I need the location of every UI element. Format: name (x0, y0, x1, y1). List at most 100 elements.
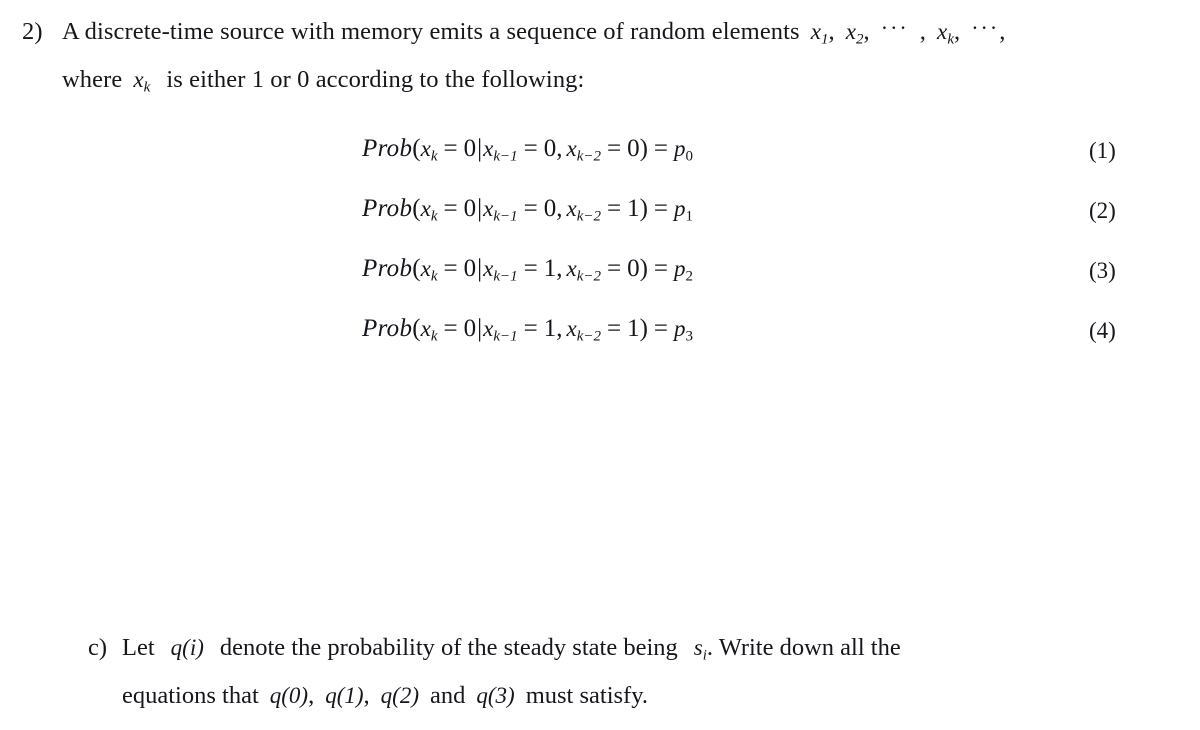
eq4-close-paren: ) (639, 315, 648, 342)
eq1-close-paren: ) (639, 135, 648, 162)
eq1-lhs-sub: k (430, 148, 438, 165)
problem-line-2-prefix: where (62, 66, 123, 93)
eq3-cond2-sub: k−2 (576, 268, 601, 285)
eq1-comma: , (556, 135, 563, 162)
eq4-cond2-value: 1 (627, 315, 640, 342)
part-c-q3-var: q (476, 683, 488, 708)
eq2-cond1-value: 0 (543, 195, 557, 222)
problem-line-2-suffix: is either 1 or 0 according to the follow… (166, 66, 585, 93)
eq4-cond1-var: x (483, 316, 494, 341)
eq4-cond2-sub: k−2 (576, 328, 601, 345)
problem-line-1: 2) A discrete-time source with memory emi… (22, 17, 1005, 48)
part-c-comma-0: , (308, 682, 315, 709)
equation-row: Prob(xk = 0|xk−1 = 0, xk−2 = 1) = p1 (2) (0, 190, 1200, 250)
eq2-rhs-sub: 1 (685, 208, 694, 225)
eq1-open-paren: ( (412, 135, 421, 162)
part-c-line-1: c) Let q(i) denote the probability of the s… (88, 634, 901, 664)
eq3-cond2-value: 0 (627, 255, 640, 282)
eq3-lhs-value: 0 (463, 255, 477, 282)
eq4-equals-2: = (523, 315, 538, 342)
part-c-q3-arg: (3) (487, 683, 515, 708)
math-comma-1: , (828, 18, 835, 45)
part-c-q2-arg: (2) (392, 683, 419, 708)
part-c-q2-var: q (380, 683, 393, 708)
math-xk-var-2: x (133, 67, 144, 92)
math-ellipsis-2: ··· (971, 15, 1000, 41)
math-xk-var: x (937, 19, 948, 44)
eq2-cond2-sub: k−2 (576, 208, 601, 225)
eq2-cond1-sub: k−1 (493, 208, 518, 225)
eq4-equals-3: = (606, 315, 622, 342)
eq1-equals-3: = (606, 135, 622, 162)
part-c-q0-var: q (269, 683, 282, 708)
eq2-lhs-var: x (420, 196, 431, 221)
math-x2-var: x (845, 19, 857, 44)
equation-2-number: (2) (1089, 198, 1116, 223)
eq3-equals-1: = (443, 255, 458, 282)
eq4-equals-1: = (443, 315, 458, 342)
eq3-comma: , (556, 255, 563, 282)
eq4-rhs-var: p (674, 316, 686, 341)
eq4-cond1-value: 1 (543, 315, 557, 342)
eq2-open-paren: ( (412, 195, 421, 222)
eq3-rhs-sub: 2 (685, 268, 694, 285)
eq2-cond1-var: x (483, 196, 494, 221)
part-c-label: c) (88, 634, 108, 661)
eq4-function-name: Prob (362, 315, 413, 342)
part-c-line-2: equations that q(0), q(1), q(2) and q(3) must … (122, 682, 648, 709)
math-x1-sub: 1 (821, 31, 829, 48)
problem-number-label: 2) (22, 18, 43, 45)
part-c-l2-text-1: equations that (122, 682, 259, 709)
problem-line-1-text: A discrete-time source with memory emits… (62, 18, 800, 45)
part-c-q1-var: q (325, 683, 337, 708)
eq3-cond2-var: x (566, 256, 577, 281)
part-c-and: and (430, 682, 466, 709)
equation-4-body: Prob(xk = 0|xk−1 = 1, xk−2 = 1) = p3 (362, 316, 693, 345)
eq1-cond2-value: 0 (627, 135, 640, 162)
eq2-equals-1: = (443, 195, 458, 222)
part-c-q-arg: (i) (182, 635, 204, 660)
eq3-lhs-sub: k (430, 268, 438, 285)
eq3-equals-4: = (653, 255, 669, 282)
part-c-comma-1: , (363, 682, 370, 709)
equation-2-body: Prob(xk = 0|xk−1 = 0, xk−2 = 1) = p1 (362, 196, 693, 225)
equation-row: Prob(xk = 0|xk−1 = 0, xk−2 = 0) = p0 (1) (0, 130, 1200, 190)
eq1-cond1-value: 0 (543, 135, 557, 162)
eq2-lhs-sub: k (430, 208, 438, 225)
math-ellipsis-1: ··· (880, 15, 909, 41)
eq2-close-paren: ) (639, 195, 648, 222)
part-c-l2-text-2: must satisfy. (525, 682, 648, 709)
part-c-q1-arg: (1) (336, 683, 364, 708)
eq3-open-paren: ( (412, 255, 421, 282)
equation-3-body: Prob(xk = 0|xk−1 = 1, xk−2 = 0) = p2 (362, 256, 693, 285)
eq1-rhs-var: p (674, 136, 686, 161)
equation-1-number: (1) (1089, 138, 1116, 163)
eq3-equals-3: = (606, 255, 622, 282)
part-c-q0-arg: (0) (281, 683, 309, 708)
eq2-cond2-value: 1 (627, 195, 640, 222)
math-x2-sub: 2 (856, 31, 864, 48)
eq3-cond1-value: 1 (543, 255, 557, 282)
eq4-lhs-var: x (420, 316, 431, 341)
math-xk-sub: k (947, 31, 954, 48)
equation-row: Prob(xk = 0|xk−1 = 1, xk−2 = 0) = p2 (3) (0, 250, 1200, 310)
eq1-cond1-sub: k−1 (493, 148, 518, 165)
equation-4-number: (4) (1089, 318, 1116, 343)
problem-line-2: where xk is either 1 or 0 according to the… (62, 66, 585, 96)
math-comma-2: , (863, 18, 870, 45)
eq4-lhs-value: 0 (463, 315, 477, 342)
equation-row: Prob(xk = 0|xk−1 = 1, xk−2 = 1) = p3 (4) (0, 310, 1200, 370)
eq3-cond1-sub: k−1 (493, 268, 518, 285)
eq4-lhs-sub: k (430, 328, 438, 345)
eq1-equals-2: = (523, 135, 538, 162)
part-c-text-1: Let (122, 634, 155, 661)
eq3-cond1-var: x (483, 256, 494, 281)
eq1-equals-4: = (653, 135, 669, 162)
eq1-cond2-sub: k−2 (576, 148, 601, 165)
eq4-comma: , (556, 315, 563, 342)
eq1-cond2-var: x (566, 136, 577, 161)
eq2-equals-2: = (523, 195, 538, 222)
eq3-close-paren: ) (639, 255, 648, 282)
part-c-text-3: . Write down all the (706, 634, 901, 661)
eq2-cond2-var: x (566, 196, 577, 221)
